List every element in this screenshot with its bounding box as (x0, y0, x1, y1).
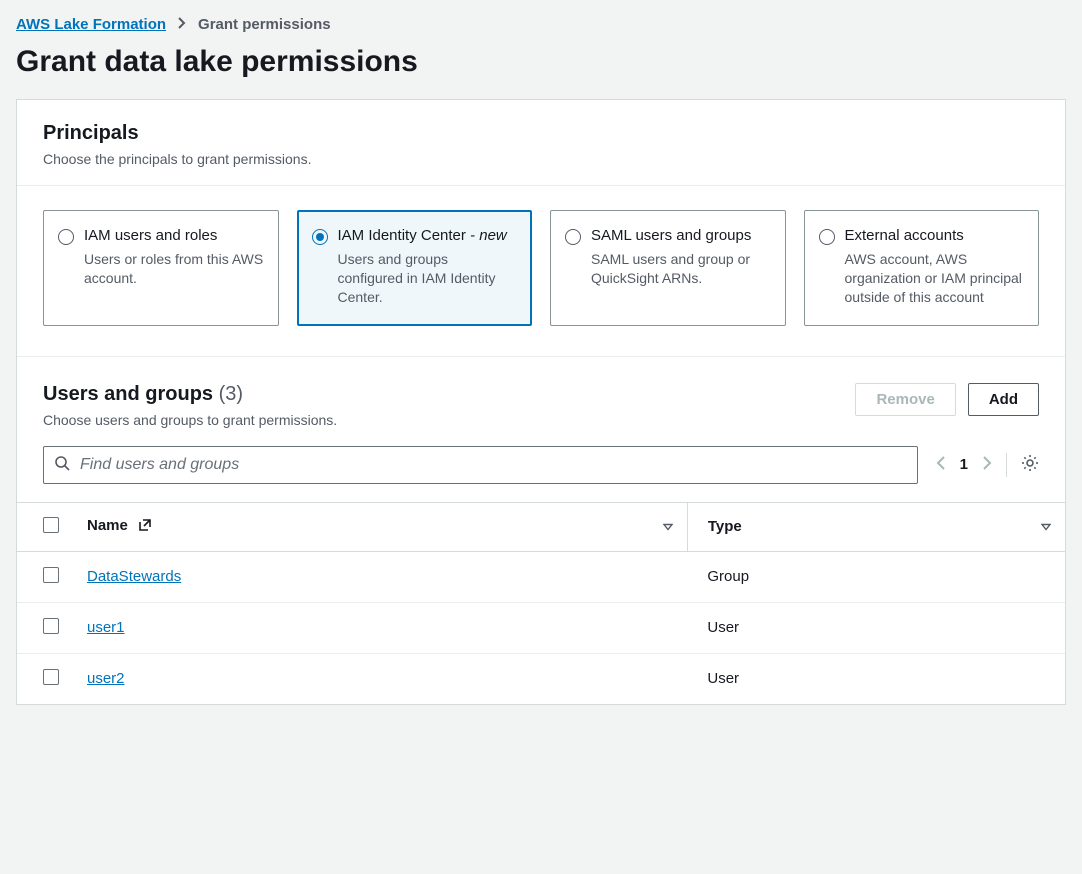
radio-icon (58, 229, 74, 245)
principals-description: Choose the principals to grant permissio… (43, 151, 1039, 167)
page-next-icon[interactable] (982, 455, 992, 474)
option-title: IAM users and roles (84, 227, 264, 244)
row-type: User (687, 602, 1065, 653)
row-name-link[interactable]: user2 (87, 670, 125, 687)
principals-header: Principals Choose the principals to gran… (17, 100, 1065, 186)
table-row: user2 User (17, 653, 1065, 704)
page-prev-icon[interactable] (936, 455, 946, 474)
option-description: Users or roles from this AWS account. (84, 250, 264, 288)
row-checkbox[interactable] (43, 669, 59, 685)
option-description: Users and groups configured in IAM Ident… (338, 250, 518, 307)
users-groups-count: (3) (219, 383, 243, 405)
row-checkbox[interactable] (43, 618, 59, 634)
users-groups-heading: Users and groups (3) (43, 383, 337, 406)
table-row: user1 User (17, 602, 1065, 653)
row-name-link[interactable]: DataStewards (87, 568, 181, 585)
chevron-right-icon (178, 16, 186, 33)
row-name-link[interactable]: user1 (87, 619, 125, 636)
column-header-name[interactable]: Name (67, 502, 687, 551)
gear-icon[interactable] (1021, 454, 1039, 475)
option-title: IAM Identity Center - new (338, 227, 518, 244)
row-checkbox[interactable] (43, 567, 59, 583)
radio-icon (312, 229, 328, 245)
divider (1006, 453, 1007, 477)
select-all-checkbox[interactable] (43, 517, 59, 533)
option-iam-users-roles[interactable]: IAM users and roles Users or roles from … (43, 210, 279, 326)
option-external-accounts[interactable]: External accounts AWS account, AWS organ… (804, 210, 1040, 326)
breadcrumb-root-link[interactable]: AWS Lake Formation (16, 16, 166, 33)
radio-icon (819, 229, 835, 245)
users-groups-table: Name Type DataSte (17, 502, 1065, 704)
option-iam-identity-center[interactable]: IAM Identity Center - new Users and grou… (297, 210, 533, 326)
pager: 1 (936, 453, 1039, 477)
breadcrumb-current: Grant permissions (198, 16, 331, 33)
column-header-type[interactable]: Type (687, 502, 1065, 551)
sort-icon[interactable] (663, 518, 673, 535)
users-groups-header: Users and groups (3) Choose users and gr… (17, 357, 1065, 428)
sort-icon[interactable] (1041, 518, 1051, 535)
grant-permissions-panel: Principals Choose the principals to gran… (16, 99, 1066, 705)
table-row: DataStewards Group (17, 551, 1065, 602)
remove-button[interactable]: Remove (855, 383, 955, 416)
page-title: Grant data lake permissions (16, 45, 1066, 79)
principals-options: IAM users and roles Users or roles from … (17, 186, 1065, 357)
option-description: AWS account, AWS organization or IAM pri… (845, 250, 1025, 307)
principals-heading: Principals (43, 122, 1039, 145)
row-type: User (687, 653, 1065, 704)
breadcrumb: AWS Lake Formation Grant permissions (16, 16, 1066, 33)
search-icon (54, 455, 70, 474)
users-groups-description: Choose users and groups to grant permiss… (43, 412, 337, 428)
add-button[interactable]: Add (968, 383, 1039, 416)
users-groups-actions: Remove Add (855, 383, 1039, 416)
search-pager-row: 1 (17, 428, 1065, 484)
search-input-wrapper[interactable] (43, 446, 918, 484)
radio-icon (565, 229, 581, 245)
option-title: External accounts (845, 227, 1025, 244)
option-description: SAML users and group or QuickSight ARNs. (591, 250, 771, 288)
option-title: SAML users and groups (591, 227, 771, 244)
external-link-icon (138, 518, 152, 536)
row-type: Group (687, 551, 1065, 602)
search-input[interactable] (78, 455, 907, 475)
option-saml-users-groups[interactable]: SAML users and groups SAML users and gro… (550, 210, 786, 326)
page-number: 1 (960, 456, 968, 473)
